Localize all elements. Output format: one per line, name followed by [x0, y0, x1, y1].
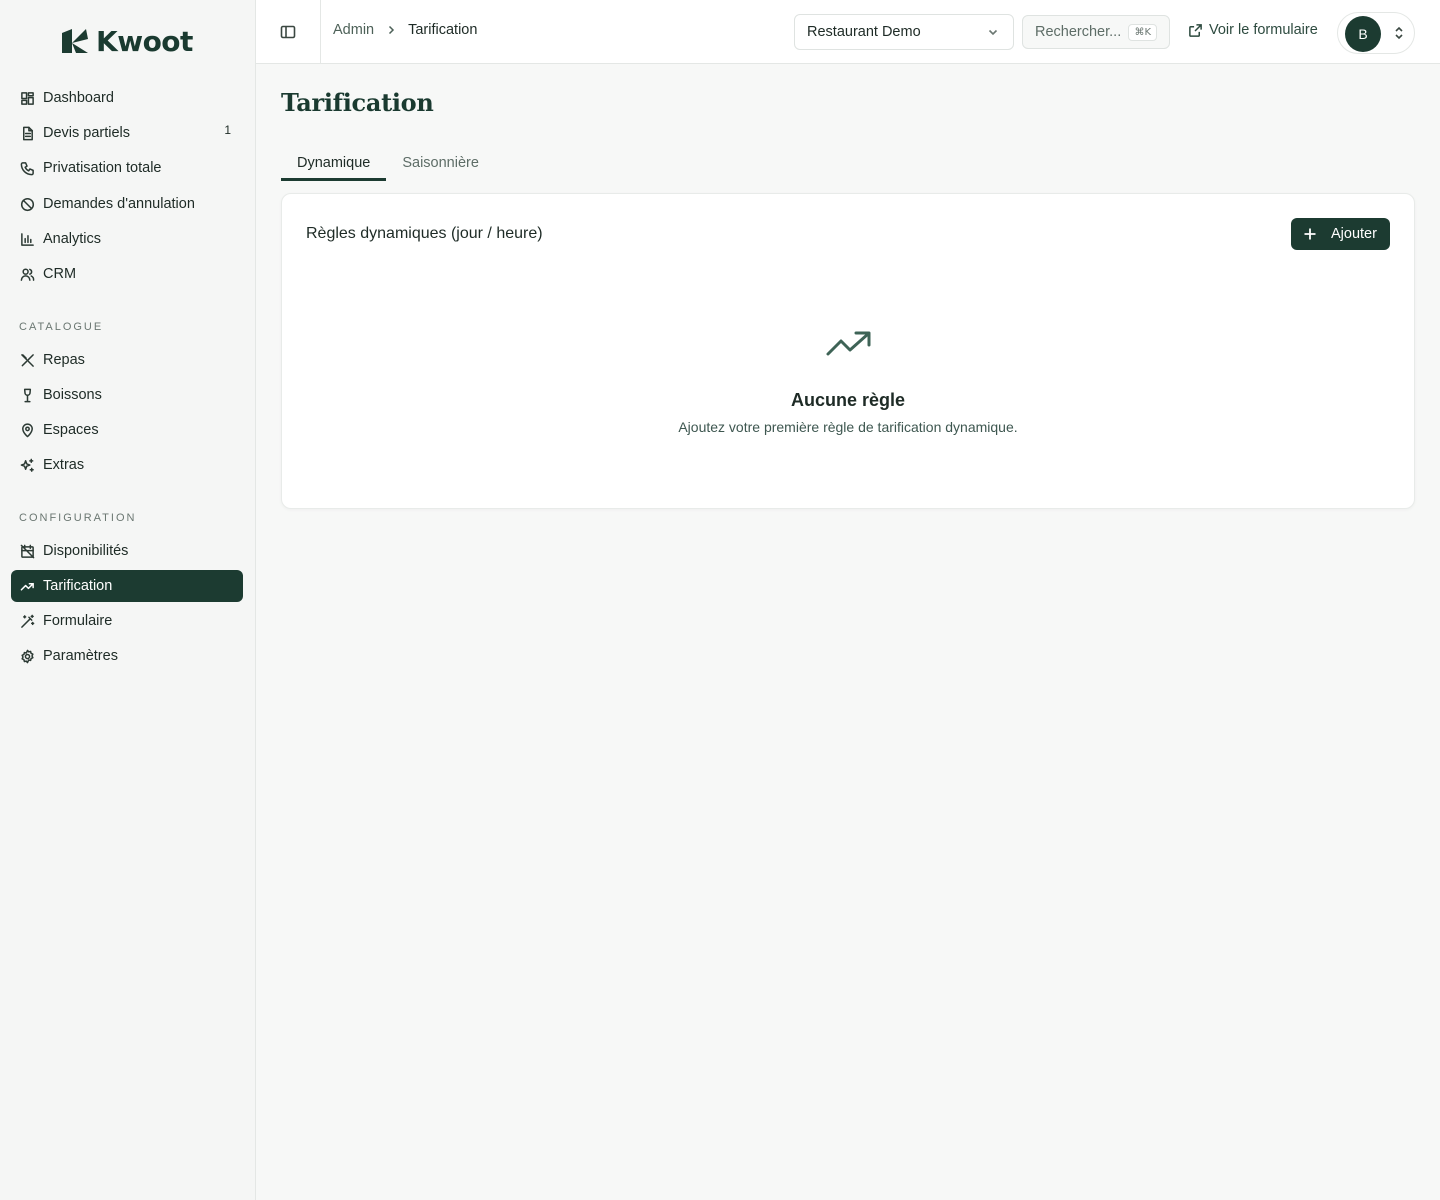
- search-shortcut: ⌘K: [1128, 24, 1157, 41]
- document-icon: [19, 125, 35, 141]
- tabs: Dynamique Saisonnière: [281, 148, 495, 181]
- sidebar-item-formulaire[interactable]: Formulaire: [11, 605, 243, 637]
- sidebar-item-label: CRM: [43, 266, 77, 282]
- ban-icon: [19, 196, 35, 212]
- gear-icon: [19, 648, 35, 664]
- page-title: Tarification: [281, 88, 434, 117]
- sidebar-item-label: Extras: [43, 457, 85, 473]
- card-title: Règles dynamiques (jour / heure): [306, 225, 543, 242]
- sparkles-icon: [19, 457, 35, 473]
- app-name: Kwoot: [96, 24, 193, 58]
- sidebar-item-label: Privatisation totale: [43, 160, 162, 176]
- bar-chart-icon: [19, 231, 35, 247]
- sidebar-item-extras[interactable]: Extras: [11, 449, 243, 481]
- sidebar-item-label: Paramètres: [43, 648, 118, 664]
- chevron-down-icon: [987, 26, 999, 38]
- sidebar-item-label: Analytics: [43, 231, 102, 247]
- dynamic-rules-card: Règles dynamiques (jour / heure) Ajouter…: [281, 193, 1415, 509]
- section-label-catalogue: CATALOGUE: [19, 321, 104, 333]
- trending-up-icon: [825, 330, 873, 360]
- sidebar-item-label: Tarification: [43, 578, 113, 594]
- external-link-icon: [1189, 23, 1202, 37]
- sidebar-item-crm[interactable]: CRM: [11, 258, 243, 290]
- section-label-configuration: CONFIGURATION: [19, 512, 137, 524]
- users-icon: [19, 266, 35, 282]
- wand-icon: [19, 613, 35, 629]
- restaurant-select[interactable]: Restaurant Demo: [794, 14, 1014, 50]
- sidebar-item-devis-partiels[interactable]: Devis partiels 1: [11, 117, 243, 149]
- view-form-label: Voir le formulaire: [1209, 22, 1318, 38]
- search-input[interactable]: Rechercher... ⌘K: [1022, 15, 1170, 49]
- sidebar-item-label: Espaces: [43, 422, 99, 438]
- kwoot-logo[interactable]: Kwoot: [60, 24, 193, 58]
- plus-icon: [1304, 228, 1316, 240]
- sidebar-item-label: Disponibilités: [43, 543, 129, 559]
- sidebar-item-parametres[interactable]: Paramètres: [11, 640, 243, 672]
- dashboard-icon: [19, 90, 35, 106]
- sidebar-item-repas[interactable]: Repas: [11, 344, 243, 376]
- count-badge: 1: [224, 123, 231, 137]
- empty-state-title: Aucune règle: [790, 390, 906, 410]
- chevron-right-icon: [386, 23, 396, 38]
- view-form-link[interactable]: Voir le formulaire: [1188, 22, 1318, 38]
- sidebar-item-boissons[interactable]: Boissons: [11, 379, 243, 411]
- calendar-off-icon: [19, 543, 35, 559]
- add-rule-label: Ajouter: [1331, 226, 1377, 242]
- phone-icon: [19, 160, 35, 176]
- tab-saisonniere[interactable]: Saisonnière: [386, 148, 495, 181]
- user-menu-button[interactable]: B: [1337, 12, 1415, 54]
- sidebar-item-label: Dashboard: [43, 90, 114, 106]
- sidebar-item-privatisation-totale[interactable]: Privatisation totale: [11, 152, 243, 184]
- search-placeholder: Rechercher...: [1035, 24, 1122, 40]
- chevrons-up-down-icon: [1392, 25, 1406, 41]
- add-rule-button[interactable]: Ajouter: [1291, 218, 1390, 250]
- map-pin-icon: [19, 422, 35, 438]
- empty-state-description: Ajoutez votre première règle de tarifica…: [678, 419, 1018, 435]
- sidebar-item-label: Boissons: [43, 387, 102, 403]
- sidebar-panel-icon: [280, 25, 296, 39]
- sidebar-item-dashboard[interactable]: Dashboard: [11, 82, 243, 114]
- sidebar-item-label: Devis partiels: [43, 125, 131, 141]
- wine-icon: [19, 387, 35, 403]
- sidebar-item-label: Repas: [43, 352, 85, 368]
- kwoot-logo-icon: [62, 29, 88, 53]
- sidebar-item-label: Formulaire: [43, 613, 113, 629]
- sidebar-item-demandes-annulation[interactable]: Demandes d'annulation: [11, 188, 243, 220]
- breadcrumb: Admin Tarification: [333, 22, 477, 38]
- tab-dynamique[interactable]: Dynamique: [281, 148, 387, 181]
- sidebar-item-espaces[interactable]: Espaces: [11, 414, 243, 446]
- avatar: B: [1345, 16, 1381, 52]
- sidebar-item-tarification[interactable]: Tarification: [11, 570, 243, 602]
- sidebar-toggle-button[interactable]: [256, 0, 321, 64]
- sidebar: Kwoot Dashboard Devis partiels 1 Privati…: [0, 0, 256, 1200]
- utensils-icon: [19, 352, 35, 368]
- breadcrumb-admin-link[interactable]: Admin: [333, 22, 374, 38]
- sidebar-item-disponibilites[interactable]: Disponibilités: [11, 535, 243, 567]
- sidebar-item-label: Demandes d'annulation: [43, 196, 195, 212]
- trending-up-icon: [19, 578, 35, 594]
- restaurant-select-value: Restaurant Demo: [807, 24, 921, 40]
- sidebar-item-analytics[interactable]: Analytics: [11, 223, 243, 255]
- topbar: Admin Tarification Restaurant Demo Reche…: [256, 0, 1440, 64]
- breadcrumb-current: Tarification: [408, 22, 478, 38]
